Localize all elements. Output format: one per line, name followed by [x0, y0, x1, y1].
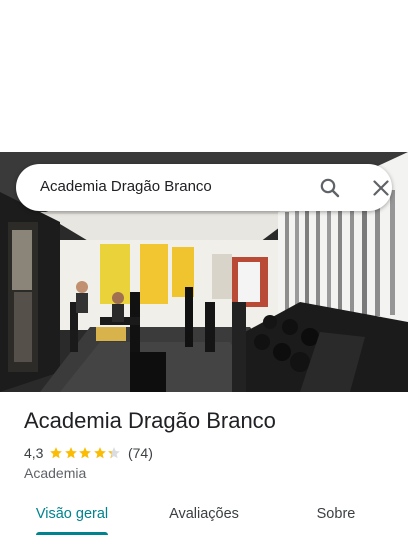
place-category[interactable]: Academia: [24, 465, 86, 481]
rating-value: 4,3: [24, 445, 44, 461]
tab-overview[interactable]: Visão geral: [24, 494, 120, 534]
star-icon: [65, 447, 77, 459]
tab-reviews[interactable]: Avaliações: [156, 494, 252, 534]
close-icon[interactable]: [369, 176, 393, 200]
search-bar[interactable]: Academia Dragão Branco: [16, 164, 392, 211]
search-icon[interactable]: [318, 176, 342, 200]
star-icon: [79, 447, 92, 459]
place-name: Academia Dragão Branco: [24, 408, 276, 433]
star-icon: [94, 447, 106, 459]
star-icon: [50, 447, 63, 459]
rating-row[interactable]: 4,3 (74): [24, 444, 153, 462]
rating-stars: [49, 446, 122, 460]
tab-bar: Visão geral Avaliações Sobre: [0, 494, 408, 538]
blank-top-area: [0, 0, 408, 152]
review-count[interactable]: (74): [128, 445, 153, 461]
search-input[interactable]: Academia Dragão Branco: [40, 178, 212, 195]
tab-about[interactable]: Sobre: [292, 494, 380, 534]
star-icon: [108, 447, 121, 459]
active-tab-indicator: [36, 532, 108, 535]
